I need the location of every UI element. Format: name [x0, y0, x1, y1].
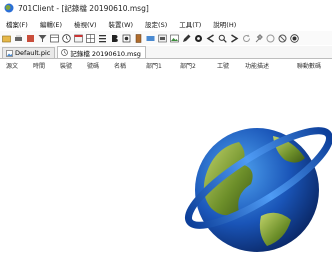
column-header[interactable]: 部門2 — [180, 61, 196, 70]
column-header[interactable]: 部門1 — [146, 61, 162, 70]
search-icon[interactable] — [218, 34, 227, 43]
image-icon[interactable] — [170, 34, 179, 43]
stop-icon[interactable] — [278, 34, 287, 43]
column-header[interactable]: 名稱 — [114, 61, 126, 70]
tab-label: 記錄檔 20190610.msg — [70, 49, 141, 58]
print-icon[interactable] — [14, 34, 23, 43]
menu-edit[interactable]: 編輯(E) — [34, 19, 68, 29]
back-icon[interactable] — [206, 33, 215, 43]
star-icon[interactable] — [266, 34, 275, 43]
column-header[interactable]: 功能描述 — [245, 61, 269, 70]
tab-default-pic[interactable]: Default.pic — [2, 47, 56, 58]
column-header[interactable]: 工號 — [217, 61, 229, 70]
refresh-icon[interactable] — [242, 34, 251, 43]
picture-icon — [6, 49, 13, 57]
card-icon[interactable] — [146, 34, 155, 43]
bold-icon[interactable] — [110, 34, 119, 43]
menu-bar: 檔案(F) 編輯(E) 檢視(V) 裝置(W) 設定(S) 工具(T) 說明(H… — [0, 17, 332, 30]
toolbar — [0, 31, 332, 45]
record-icon[interactable] — [290, 33, 299, 43]
menu-view[interactable]: 檢視(V) — [68, 19, 103, 29]
log-icon — [61, 49, 69, 56]
tab-label: Default.pic — [15, 49, 51, 57]
clock-icon[interactable] — [62, 33, 71, 43]
menu-device[interactable]: 裝置(W) — [103, 19, 140, 29]
menu-help[interactable]: 說明(H) — [207, 19, 242, 29]
menu-file[interactable]: 檔案(F) — [0, 19, 34, 29]
pen-icon[interactable] — [182, 34, 191, 43]
gear-icon[interactable] — [194, 34, 203, 43]
menu-settings[interactable]: 設定(S) — [139, 19, 173, 29]
globe-logo — [184, 127, 332, 252]
document-tabs: Default.pic 記錄檔 20190610.msg — [0, 46, 332, 59]
grid-icon[interactable] — [86, 33, 95, 43]
title-bar: 701Client - [記錄檔 20190610.msg] — [0, 0, 332, 16]
panel-icon[interactable] — [158, 34, 167, 43]
table-icon[interactable] — [50, 34, 59, 43]
capture-icon[interactable] — [122, 34, 131, 43]
menu-tools[interactable]: 工具(T) — [173, 19, 207, 29]
column-header[interactable]: 時間 — [33, 61, 45, 70]
calendar-icon[interactable] — [74, 34, 83, 43]
forward-icon[interactable] — [230, 33, 239, 43]
export-icon[interactable] — [26, 34, 35, 43]
door-icon[interactable] — [134, 33, 143, 43]
app-icon — [4, 3, 14, 13]
list-icon[interactable] — [98, 34, 107, 43]
open-icon[interactable] — [2, 34, 11, 43]
tab-log-file[interactable]: 記錄檔 20190610.msg — [57, 46, 146, 58]
window-title: 701Client - [記錄檔 20190610.msg] — [18, 3, 149, 13]
filter-icon[interactable] — [38, 34, 47, 43]
column-header[interactable]: 裝號 — [60, 61, 72, 70]
pin-icon[interactable] — [254, 33, 263, 43]
grid-header: 源文 時間 裝號 號碼 名稱 部門1 部門2 工號 功能描述 聯動數碼 — [0, 59, 332, 71]
column-header[interactable]: 聯動數碼 — [297, 61, 321, 70]
column-header[interactable]: 源文 — [6, 61, 18, 70]
column-header[interactable]: 號碼 — [87, 61, 99, 70]
